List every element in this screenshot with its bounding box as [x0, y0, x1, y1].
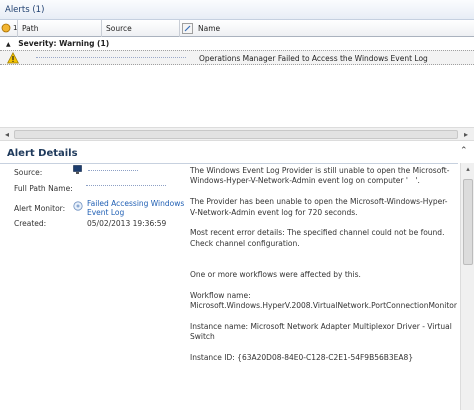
full-path-label: Full Path Name:: [14, 184, 73, 193]
monitor-label: Alert Monitor:: [14, 204, 66, 213]
scrollbar-thumb[interactable]: [14, 130, 458, 139]
description-paragraph: Most recent error details: The specified…: [190, 228, 445, 248]
monitor-link-line1[interactable]: Failed Accessing Windows: [87, 199, 184, 208]
computer-icon: [73, 165, 82, 174]
description-paragraph: The Provider has been unable to open the…: [190, 197, 448, 217]
alert-description: The Windows Event Log Provider is still …: [190, 166, 457, 374]
details-vertical-scrollbar[interactable]: ▴: [460, 163, 474, 410]
scroll-right-icon[interactable]: ▸: [460, 130, 472, 140]
redacted-full-path: [86, 185, 166, 187]
created-value: 05/02/2013 19:36:59: [87, 219, 167, 228]
scroll-up-icon[interactable]: ▴: [463, 165, 473, 175]
severity-sort-icon: [1, 23, 11, 33]
severity-group-label: Severity: Warning (1): [18, 39, 110, 48]
alert-name: Operations Manager Failed to Access the …: [199, 54, 428, 63]
created-label: Created:: [14, 219, 47, 228]
table-row[interactable]: Operations Manager Failed to Access the …: [0, 50, 474, 65]
alerts-grid-header: 1 Path Source Name: [0, 20, 474, 37]
severity-group-row[interactable]: ▲ Severity: Warning (1): [0, 37, 474, 50]
collapse-toggle-icon[interactable]: ▲: [6, 41, 11, 48]
instance-name: Instance name: Microsoft Network Adapter…: [190, 322, 452, 342]
column-header-source[interactable]: Source: [102, 20, 180, 37]
monitor-icon: [73, 201, 83, 211]
redacted-source: [88, 170, 138, 172]
pencil-icon: [182, 23, 193, 34]
alert-details-pane: Alert Details ⌃ Source: Full Path Name: …: [0, 142, 474, 410]
column-header-path[interactable]: Path: [18, 20, 102, 37]
details-title: Alert Details: [7, 148, 78, 159]
scroll-left-icon[interactable]: ◂: [1, 130, 13, 140]
scrollbar-thumb[interactable]: [463, 179, 473, 265]
column-header-name-label: Name: [198, 24, 221, 33]
chevron-up-icon[interactable]: ⌃: [460, 146, 468, 156]
column-sort-count: 1: [13, 24, 18, 32]
redacted-path: [36, 57, 186, 60]
workflow-name-value: Microsoft.Windows.HyperV.2008.VirtualNet…: [190, 301, 457, 311]
warning-icon: [7, 52, 19, 64]
description-paragraph: One or more workflows were affected by t…: [190, 270, 361, 280]
column-header-name[interactable]: Name: [180, 20, 474, 37]
instance-id: Instance ID: {63A20D08-84E0-C128-C2E1-54…: [190, 353, 414, 363]
divider: [0, 163, 458, 164]
workflow-name-label: Workflow name:: [190, 290, 251, 300]
source-label: Source:: [14, 168, 43, 177]
monitor-link-line2[interactable]: Event Log: [87, 208, 124, 217]
alerts-horizontal-scrollbar[interactable]: ◂ ▸: [0, 127, 474, 141]
alerts-pane-title: Alerts (1): [0, 0, 474, 20]
description-paragraph: The Windows Event Log Provider is still …: [190, 166, 450, 186]
column-header-icon[interactable]: 1: [0, 20, 18, 37]
